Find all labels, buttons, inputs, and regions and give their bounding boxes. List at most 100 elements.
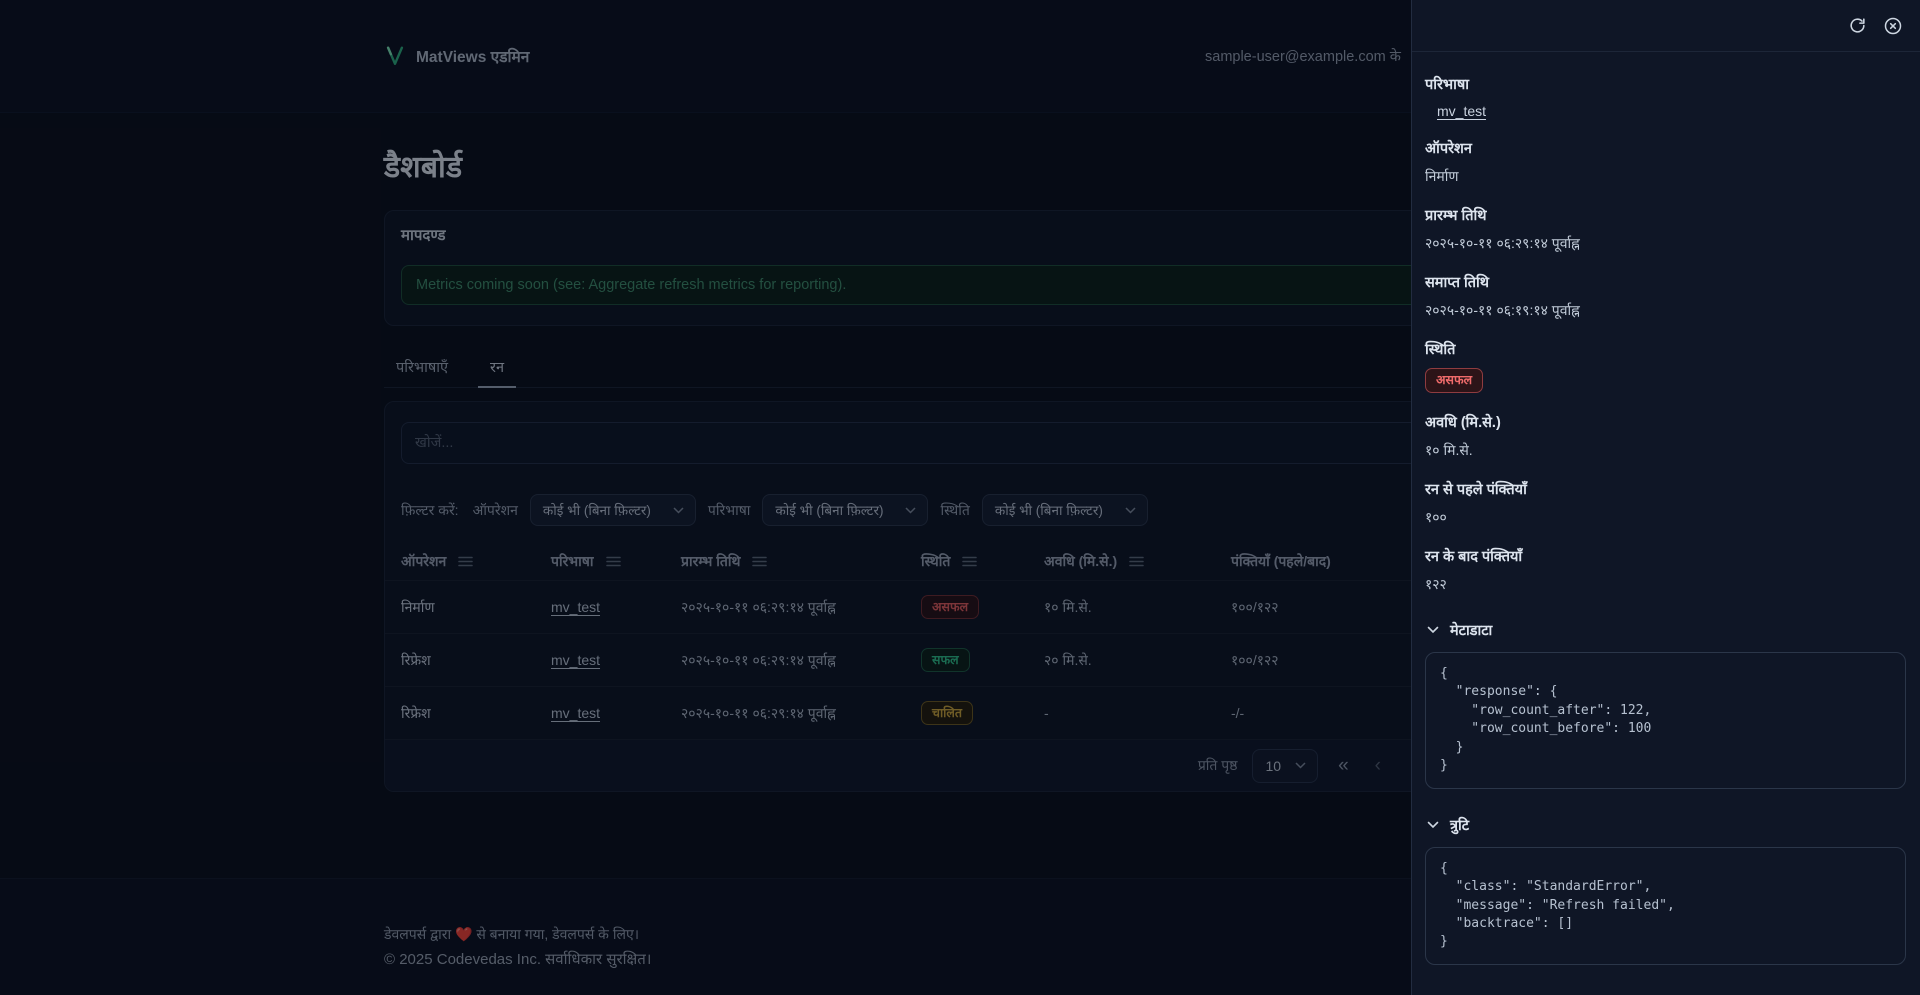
brand[interactable]: MatViews एडमिन <box>384 45 529 67</box>
field-value: १०० <box>1425 508 1447 525</box>
error-section-title: त्रुटि <box>1450 817 1470 834</box>
tab-definitions[interactable]: परिभाषाएँ <box>384 348 460 388</box>
column-header: ऑपरेशन <box>401 552 551 571</box>
column-header-label: ऑपरेशन <box>401 552 447 569</box>
close-drawer-button[interactable] <box>1883 16 1903 36</box>
column-menu-icon[interactable] <box>458 556 474 567</box>
cell-start-date: २०२५-१०-११ ०६:२९:१४ पूर्वाह्न <box>681 704 836 721</box>
cell-rows: १००/१२२ <box>1231 598 1279 615</box>
cell-start-date: २०२५-१०-११ ०६:२९:१४ पूर्वाह्न <box>681 651 836 668</box>
filter-row: फ़िल्टर करें: ऑपरेशन कोई भी (बिना फ़िल्टर… <box>401 494 1519 526</box>
column-header-label: प्रारम्भ तिथि <box>681 552 741 569</box>
chevron-down-icon <box>1125 506 1136 514</box>
tab-runs[interactable]: रन <box>478 348 517 388</box>
metrics-card-title: मापदण्ड <box>401 227 446 244</box>
v-logo-icon <box>386 46 404 65</box>
first-page-button[interactable]: « <box>1332 752 1355 779</box>
filter-label: परिभाषा <box>707 501 751 518</box>
metadata-json: { "response": { "row_count_after": 122, … <box>1425 651 1906 789</box>
cell-operation: निर्माण <box>401 598 435 615</box>
definition-link[interactable]: mv_test <box>1437 103 1486 119</box>
per-page-value: 10 <box>1265 757 1282 774</box>
prev-page-button[interactable]: ‹ <box>1369 752 1387 779</box>
error-section-toggle[interactable]: त्रुटि <box>1427 815 1906 835</box>
column-header-label: स्थिति <box>921 552 951 569</box>
pagination: प्रति पृष्ठ 10 « ‹ <box>385 739 1535 791</box>
per-page-label: प्रति पृष्ठ <box>1197 757 1238 773</box>
filter-select-0[interactable]: कोई भी (बिना फ़िल्टर) <box>529 494 696 526</box>
main-content: डैशबोर्ड मापदण्ड Metrics coming soon (se… <box>384 113 1536 792</box>
filter-select-value: कोई भी (बिना फ़िल्टर) <box>775 503 884 518</box>
filter-select-1[interactable]: कोई भी (बिना फ़िल्टर) <box>762 494 929 526</box>
definition-link[interactable]: mv_test <box>551 599 600 615</box>
run-details-drawer: परिभाषा mv_test ऑपरेशन निर्माण प्रारम्भ तिथि… <box>1411 0 1920 995</box>
drawer-header <box>1412 0 1920 52</box>
table-body: निर्माण mv_test २०२५-१०-११ ०६:२९:१४ पूर्वा… <box>385 580 1535 739</box>
table-row[interactable]: रिफ्रेश mv_test २०२५-१०-११ ०६:२९:१४ पूर्वा… <box>385 686 1535 739</box>
column-menu-icon[interactable] <box>752 556 768 567</box>
error-json: { "class": "StandardError", "message": "… <box>1425 846 1906 965</box>
per-page-select[interactable]: 10 <box>1251 748 1319 783</box>
status-badge: असफल <box>1425 368 1484 393</box>
page-title: डैशबोर्ड <box>384 151 463 184</box>
chevron-down-icon <box>1427 626 1439 634</box>
table-head: ऑपरेशन परिभाषा प्रारम्भ तिथि स्थिति अवधि (मि… <box>385 542 1535 580</box>
refresh-icon <box>1850 18 1865 33</box>
metrics-card: मापदण्ड Metrics coming soon (see: Aggreg… <box>384 210 1536 326</box>
column-menu-icon[interactable] <box>1129 556 1144 567</box>
column-header-label: अवधि (मि.से.) <box>1044 552 1118 569</box>
definition-link[interactable]: mv_test <box>551 652 600 668</box>
footer-made-with-love: डेवलपर्स द्वारा ❤️ से बनाया गया, डेवलपर्… <box>384 926 639 942</box>
refresh-button[interactable] <box>1848 16 1867 35</box>
metrics-coming-soon-alert: Metrics coming soon (see: Aggregate refr… <box>401 265 1519 305</box>
field-value: असफल <box>1425 368 1906 393</box>
field-label: परिभाषा <box>1425 77 1470 93</box>
field-value: १० मि.से. <box>1425 441 1473 458</box>
column-header-label: परिभाषा <box>551 552 594 569</box>
field-label: रन के बाद पंक्तियाँ <box>1425 548 1523 565</box>
search-input[interactable] <box>401 422 1519 464</box>
cell-duration: २० मि.से. <box>1044 651 1092 668</box>
user-email-text: sample-user@example.com के <box>1205 49 1401 65</box>
heart-icon: ❤️ <box>455 926 473 942</box>
cell-duration: - <box>1044 705 1049 721</box>
chevron-down-icon <box>905 506 916 514</box>
cell-operation: रिफ्रेश <box>401 704 431 721</box>
column-header: अवधि (मि.से.) <box>1044 552 1231 571</box>
chevron-down-icon <box>673 506 684 514</box>
cell-rows: -/- <box>1231 705 1245 721</box>
cell-operation: रिफ्रेश <box>401 651 431 668</box>
field-value: निर्माण <box>1425 168 1459 184</box>
close-circle-icon <box>1884 17 1902 34</box>
drawer-fields: परिभाषा mv_test ऑपरेशन निर्माण प्रारम्भ तिथि… <box>1425 74 1906 594</box>
runs-table-card: फ़िल्टर करें: ऑपरेशन कोई भी (बिना फ़िल्टर… <box>384 401 1536 792</box>
filter-lead-label: फ़िल्टर करें: <box>401 501 459 518</box>
cell-rows: १००/१२२ <box>1231 651 1279 668</box>
chevron-down-icon <box>1295 762 1306 769</box>
brand-name: MatViews एडमिन <box>416 49 530 66</box>
tabs: परिभाषाएँ रन <box>384 348 1536 388</box>
column-header: प्रारम्भ तिथि <box>681 552 921 571</box>
cell-duration: १० मि.से. <box>1044 598 1092 615</box>
field-value: १२२ <box>1425 575 1447 592</box>
status-badge: सफल <box>921 647 970 673</box>
definition-link[interactable]: mv_test <box>551 705 600 721</box>
field-label: अवधि (मि.से.) <box>1425 414 1501 431</box>
field-value: २०२५-१०-११ ०६:१९:१४ पूर्वाह्न <box>1425 302 1580 318</box>
footer-copyright: © 2025 Codevedas Inc. सर्वाधिकार सुरक्षि… <box>384 951 652 968</box>
field-value: २०२५-१०-११ ०६:२९:१४ पूर्वाह्न <box>1425 235 1580 251</box>
column-header: परिभाषा <box>551 552 681 571</box>
filter-label: स्थिति <box>940 501 970 518</box>
field-label: रन से पहले पंक्तियाँ <box>1425 481 1527 498</box>
cell-start-date: २०२५-१०-११ ०६:२९:१४ पूर्वाह्न <box>681 598 836 615</box>
table-row[interactable]: रिफ्रेश mv_test २०२५-१०-११ ०६:२९:१४ पूर्वा… <box>385 633 1535 686</box>
field-label: स्थिति <box>1425 342 1456 358</box>
filter-label: ऑपरेशन <box>472 501 518 518</box>
filter-select-2[interactable]: कोई भी (बिना फ़िल्टर) <box>981 494 1148 526</box>
table-row[interactable]: निर्माण mv_test २०२५-१०-११ ०६:२९:१४ पूर्वा… <box>385 580 1535 633</box>
filter-select-value: कोई भी (बिना फ़िल्टर) <box>994 503 1103 518</box>
column-menu-icon[interactable] <box>605 556 621 567</box>
column-menu-icon[interactable] <box>962 556 978 567</box>
chevron-down-icon <box>1427 821 1439 828</box>
metadata-section-toggle[interactable]: मेटाडाटा <box>1427 620 1906 640</box>
